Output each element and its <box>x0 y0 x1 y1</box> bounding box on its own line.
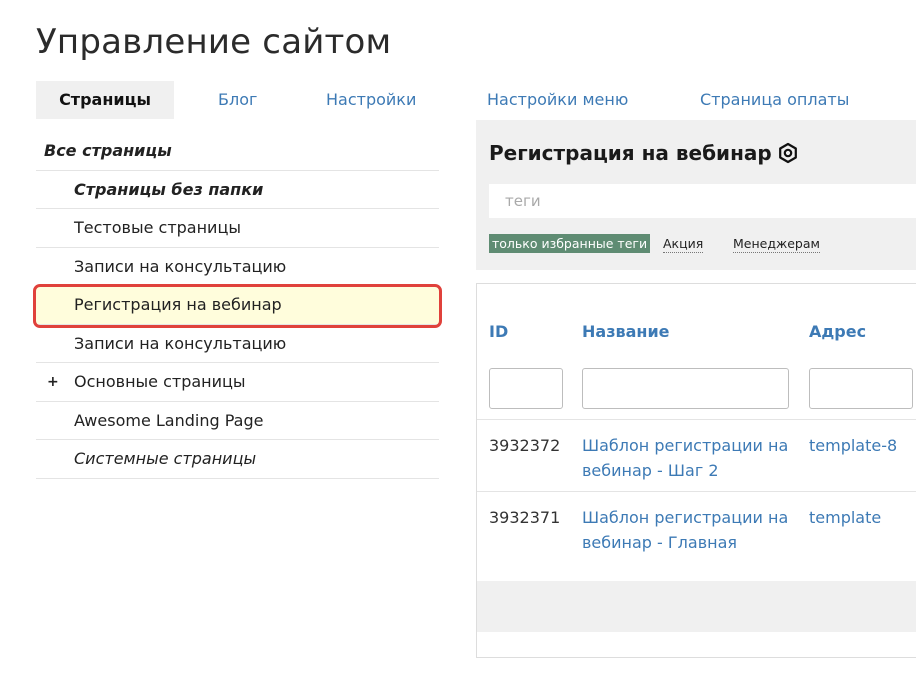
sidebar-item-label: Записи на консультацию <box>74 256 287 276</box>
cell-id: 3932371 <box>489 508 561 527</box>
sidebar-item-label: Основные страницы <box>74 372 246 391</box>
sidebar-item-label: Страницы без папки <box>74 179 264 199</box>
gear-icon[interactable] <box>777 142 799 164</box>
sidebar-item-label: Системные страницы <box>74 449 257 468</box>
pages-table: ID Название Адрес 3932372 Шаблон регистр… <box>476 283 916 658</box>
filter-id-input[interactable] <box>489 368 563 409</box>
cell-name-link[interactable]: Шаблон регистрации на вебинар - Шаг 2 <box>582 433 792 483</box>
sidebar-item-system-pages[interactable]: Системные страницы <box>36 440 439 479</box>
sidebar-item-label: Регистрация на вебинар <box>74 295 282 314</box>
tabs-bar: Страницы Блог Настройки Настройки меню С… <box>36 81 916 119</box>
tag-item[interactable]: Менеджерам <box>733 234 820 253</box>
folder-panel: Регистрация на вебинар только избранные … <box>476 120 916 270</box>
tags-input[interactable] <box>489 184 916 218</box>
cell-address-link[interactable]: template-8 <box>809 433 897 458</box>
sidebar-item-all-pages[interactable]: Все страницы <box>36 132 439 171</box>
tab-payment-page[interactable]: Страница оплаты <box>700 81 849 119</box>
sidebar-item-webinar-registration[interactable]: Регистрация на вебинар <box>36 286 439 325</box>
sidebar-item-consultation-2[interactable]: Записи на консультацию <box>36 325 439 363</box>
favorite-tags-toggle[interactable]: только избранные теги <box>489 234 651 253</box>
tab-pages[interactable]: Страницы <box>36 81 174 119</box>
sidebar-item-landing-page[interactable]: Awesome Landing Page <box>36 402 439 440</box>
column-header-name[interactable]: Название <box>582 322 670 341</box>
filter-name-input[interactable] <box>582 368 789 409</box>
table-row: 3932372 Шаблон регистрации на вебинар - … <box>477 419 916 491</box>
sidebar-item-no-folder[interactable]: Страницы без папки <box>36 171 439 209</box>
page-title: Управление сайтом <box>36 22 392 62</box>
sidebar-item-label: Все страницы <box>44 141 172 160</box>
table-row: 3932371 Шаблон регистрации на вебинар - … <box>477 491 916 581</box>
cell-name-link[interactable]: Шаблон регистрации на вебинар - Главная <box>582 505 792 555</box>
column-header-address[interactable]: Адрес <box>809 322 866 341</box>
sidebar-item-main-pages[interactable]: + Основные страницы <box>36 363 439 402</box>
sidebar-item-consultation[interactable]: Записи на консультацию <box>36 248 439 286</box>
sidebar-item-test-pages[interactable]: Тестовые страницы <box>36 209 439 248</box>
sidebar-item-label: Тестовые страницы <box>74 218 241 237</box>
tab-menu-settings[interactable]: Настройки меню <box>487 81 628 119</box>
sidebar-item-label: Записи на консультацию <box>74 333 287 353</box>
tab-blog[interactable]: Блог <box>218 81 257 119</box>
table-footer <box>477 581 916 632</box>
cell-id: 3932372 <box>489 436 561 455</box>
sidebar-item-label: Awesome Landing Page <box>74 410 264 430</box>
column-header-id[interactable]: ID <box>489 322 508 341</box>
cell-address-link[interactable]: template <box>809 505 881 530</box>
filter-address-input[interactable] <box>809 368 913 409</box>
expand-plus-icon[interactable]: + <box>47 363 59 401</box>
folder-title: Регистрация на вебинар <box>489 141 772 165</box>
pages-sidebar: Все страницы Страницы без папки Тестовые… <box>36 132 439 479</box>
tag-item[interactable]: Акция <box>663 234 704 253</box>
tab-settings[interactable]: Настройки <box>326 81 416 119</box>
